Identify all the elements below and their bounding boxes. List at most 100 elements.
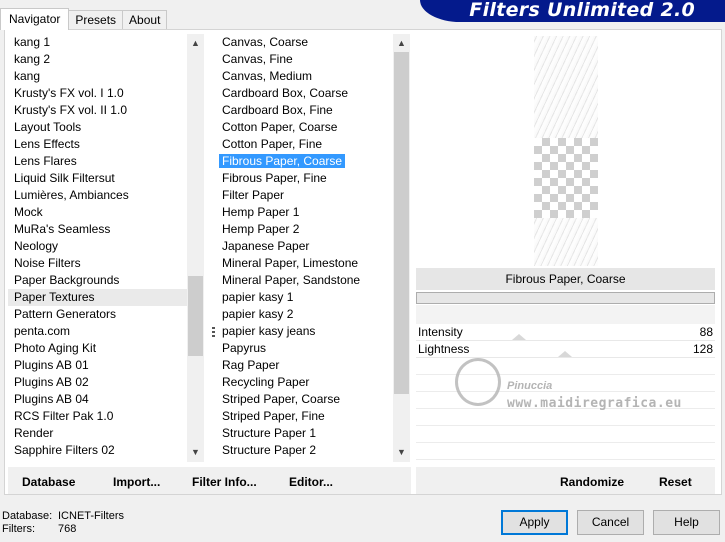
param-name: Lightness (418, 342, 470, 356)
list-item[interactable]: Noise Filters (8, 255, 187, 272)
list-item[interactable]: Striped Paper, Fine (216, 408, 393, 425)
list-item[interactable]: Structure Paper 1 (216, 425, 393, 442)
watermark-name: Pinuccia (507, 380, 553, 392)
list-item-label: RCS Filter Pak 1.0 (14, 409, 114, 423)
list-item[interactable]: Photo Aging Kit (8, 340, 187, 357)
list-item[interactable]: Fibrous Paper, Coarse (216, 153, 393, 170)
list-item[interactable]: RCS Filter Pak 1.0 (8, 408, 187, 425)
list-item[interactable]: Lumières, Ambiances (8, 187, 187, 204)
import-button[interactable]: Import... (113, 475, 160, 489)
list-item[interactable]: Papyrus (216, 340, 393, 357)
preview-texture-bottom (534, 218, 598, 266)
slider-thumb-icon[interactable] (558, 351, 572, 357)
list-item[interactable]: papier kasy jeans (216, 323, 393, 340)
list-item[interactable]: Layout Tools (8, 119, 187, 136)
scroll-up-icon[interactable]: ▲ (393, 35, 410, 52)
filter-info-button[interactable]: Filter Info... (192, 475, 257, 489)
tab-about[interactable]: About (122, 10, 168, 30)
list-item[interactable]: Cotton Paper, Coarse (216, 119, 393, 136)
list-item[interactable]: Neology (8, 238, 187, 255)
filter-list[interactable]: Canvas, Coarse Canvas, Fine Canvas, Medium… (216, 34, 393, 462)
category-scrollbar[interactable]: ▲ ▼ (187, 34, 204, 462)
list-item[interactable]: Paper Backgrounds (8, 272, 187, 289)
list-item[interactable]: Mineral Paper, Limestone (216, 255, 393, 272)
list-item[interactable]: Canvas, Coarse (216, 34, 393, 51)
scroll-down-icon[interactable]: ▼ (393, 444, 410, 461)
param-intensity[interactable]: Intensity 88 (416, 324, 715, 341)
list-item[interactable]: Mock (8, 204, 187, 221)
list-item[interactable]: Structure Paper 3 (216, 459, 393, 462)
list-item[interactable]: papier kasy 2 (216, 306, 393, 323)
list-item-label: Papyrus (222, 341, 267, 355)
category-list[interactable]: kang 1 kang 2 kang Krusty's FX vol. I 1.0 Kr… (8, 34, 187, 462)
help-button[interactable]: Help (653, 510, 720, 535)
param-value: 88 (699, 325, 713, 339)
list-item[interactable]: Structure Paper 2 (216, 442, 393, 459)
reset-button[interactable]: Reset (659, 475, 692, 489)
list-item[interactable]: Hemp Paper 2 (216, 221, 393, 238)
list-item[interactable]: Japanese Paper (216, 238, 393, 255)
list-item[interactable]: Rag Paper (216, 357, 393, 374)
list-item-label: papier kasy jeans (222, 324, 316, 338)
list-item[interactable]: kang 1 (8, 34, 187, 51)
list-item[interactable]: Canvas, Medium (216, 68, 393, 85)
list-item[interactable]: penta.com (8, 323, 187, 340)
list-item[interactable]: kang 2 (8, 51, 187, 68)
list-item[interactable]: Lens Effects (8, 136, 187, 153)
list-item-label: Japanese Paper (222, 239, 310, 253)
slider-thumb-icon[interactable] (512, 334, 526, 340)
list-item[interactable]: Plugins AB 02 (8, 374, 187, 391)
list-item[interactable]: kang (8, 68, 187, 85)
tab-navigator[interactable]: Navigator (0, 8, 70, 30)
list-item[interactable]: Hemp Paper 1 (216, 204, 393, 221)
list-item[interactable]: Lens Flares (8, 153, 187, 170)
filter-scrollbar[interactable]: ▲ ▼ (393, 34, 410, 462)
list-item[interactable]: Recycling Paper (216, 374, 393, 391)
list-item[interactable]: Fibrous Paper, Fine (216, 170, 393, 187)
list-item[interactable]: Cotton Paper, Fine (216, 136, 393, 153)
list-item[interactable]: papier kasy 1 (216, 289, 393, 306)
list-item-label: Paper Textures (14, 290, 95, 304)
list-item[interactable]: Krusty's FX vol. II 1.0 (8, 102, 187, 119)
list-item-label: Rag Paper (222, 358, 280, 372)
filter-scroll-thumb[interactable] (394, 52, 409, 394)
list-item[interactable]: MuRa's Seamless (8, 221, 187, 238)
list-item-label: Cardboard Box, Coarse (222, 86, 349, 100)
randomize-button[interactable]: Randomize (560, 475, 624, 489)
list-item[interactable]: Liquid Silk Filtersut (8, 170, 187, 187)
right-toolbar: Randomize Reset (416, 467, 715, 494)
tab-strip: Navigator Presets About (0, 8, 168, 30)
list-item[interactable]: Render (8, 425, 187, 442)
list-item[interactable]: Plugins AB 04 (8, 391, 187, 408)
list-item[interactable]: Paper Textures (8, 289, 187, 306)
apply-button[interactable]: Apply (501, 510, 568, 535)
list-item[interactable]: Filter Paper (216, 187, 393, 204)
list-item[interactable]: Cardboard Box, Coarse (216, 85, 393, 102)
list-item-label: Lens Effects (14, 137, 80, 151)
list-item[interactable]: Canvas, Fine (216, 51, 393, 68)
watermark-logo-icon (455, 358, 501, 406)
list-item[interactable]: Sapphire Filters 02 (8, 442, 187, 459)
list-item-label: Sapphire Filters 02 (14, 443, 115, 457)
scroll-up-icon[interactable]: ▲ (187, 35, 204, 52)
list-item[interactable]: Sapphire Filters 03 (8, 459, 187, 462)
list-item[interactable]: Striped Paper, Coarse (216, 391, 393, 408)
list-item-label: Filter Paper (222, 188, 285, 202)
database-info: Database: ICNET-Filters Filters: 768 (2, 510, 124, 536)
list-item[interactable]: Pattern Generators (8, 306, 187, 323)
editor-button[interactable]: Editor... (289, 475, 333, 489)
tab-presets[interactable]: Presets (68, 10, 124, 30)
list-item-label: Mineral Paper, Sandstone (222, 273, 361, 287)
cancel-button[interactable]: Cancel (577, 510, 644, 535)
database-button[interactable]: Database (22, 475, 75, 489)
filters-count: 768 (58, 523, 77, 535)
scroll-down-icon[interactable]: ▼ (187, 444, 204, 461)
list-item[interactable]: Plugins AB 01 (8, 357, 187, 374)
list-item[interactable]: Krusty's FX vol. I 1.0 (8, 85, 187, 102)
list-item[interactable]: Mineral Paper, Sandstone (216, 272, 393, 289)
list-item-label: Canvas, Fine (222, 52, 293, 66)
list-marker-icon (212, 327, 215, 337)
category-scroll-thumb[interactable] (188, 276, 203, 356)
list-item[interactable]: Cardboard Box, Fine (216, 102, 393, 119)
list-item-label: MuRa's Seamless (14, 222, 111, 236)
